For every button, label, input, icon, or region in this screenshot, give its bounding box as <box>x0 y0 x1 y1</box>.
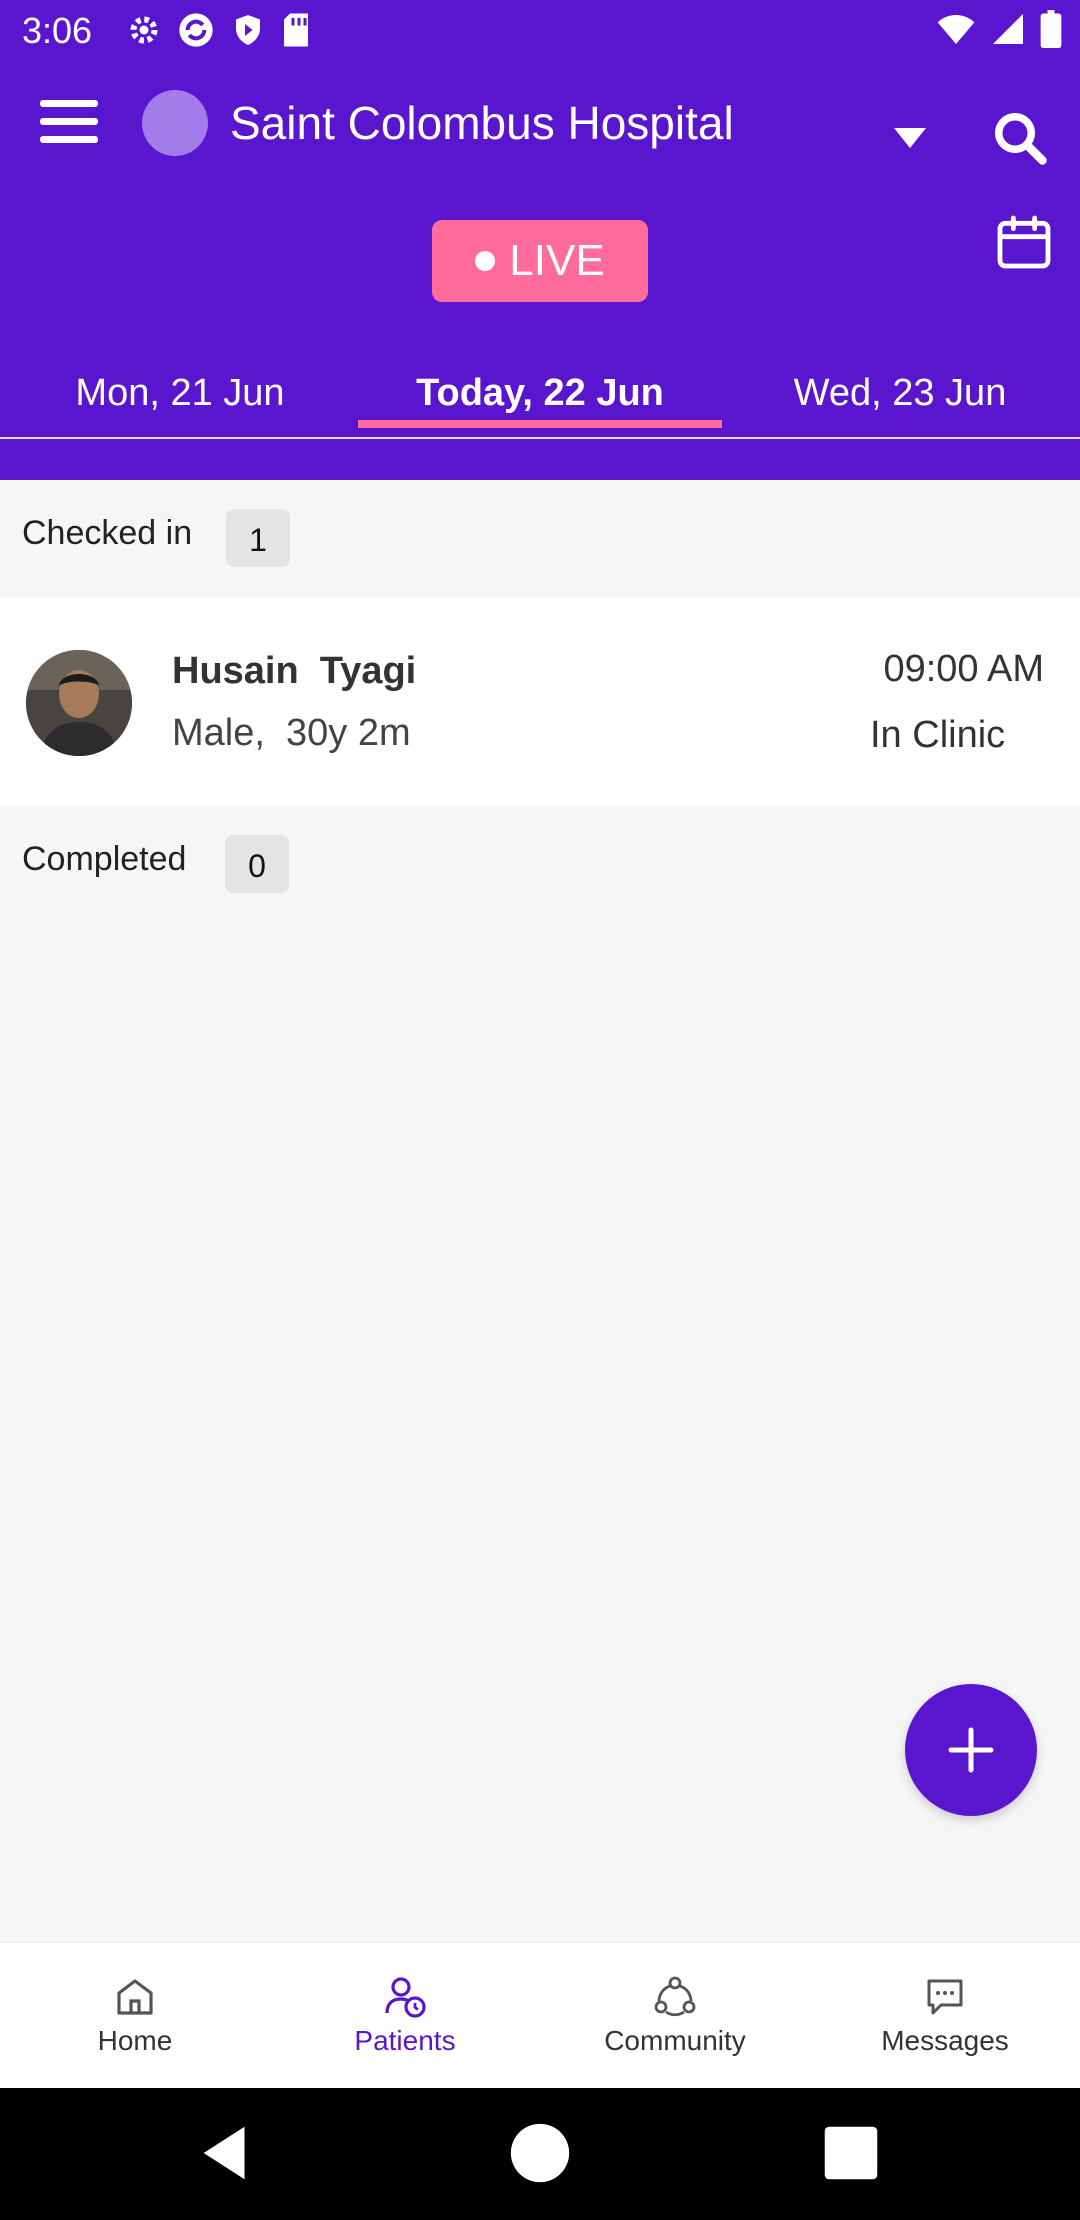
shield-icon <box>230 12 266 53</box>
hospital-avatar[interactable] <box>142 90 208 156</box>
checked-in-section-header: Checked in 1 <box>0 480 1080 598</box>
hospital-dropdown-button[interactable] <box>880 116 940 156</box>
patient-name: Husain Tyagi <box>172 650 417 692</box>
menu-icon-bar <box>40 118 98 125</box>
status-bar: 3:06 <box>0 0 1080 66</box>
search-icon <box>995 113 1047 165</box>
patients-icon <box>385 1977 426 2018</box>
completed-label: Completed <box>22 840 187 878</box>
menu-icon-bar <box>40 136 98 143</box>
system-back-button[interactable] <box>192 2118 262 2188</box>
bottom-nav: Home Patients Community Messages <box>0 1942 1080 2089</box>
checked-in-count-badge: 1 <box>226 509 290 567</box>
completed-count-badge: 0 <box>225 835 289 893</box>
nav-community-label: Community <box>604 2025 746 2056</box>
sd-card-icon <box>280 12 312 53</box>
nav-community[interactable]: Community <box>540 1943 810 2089</box>
nav-messages-label: Messages <box>881 2025 1009 2056</box>
status-icons-left <box>126 10 312 55</box>
header-bottom-band <box>0 439 1080 480</box>
sync-icon <box>176 10 216 55</box>
wifi-icon <box>936 11 976 52</box>
search-button[interactable] <box>990 106 1050 170</box>
system-navigation-bar <box>0 2088 1080 2220</box>
nav-messages[interactable]: Messages <box>810 1943 1080 2089</box>
system-recents-button[interactable] <box>816 2118 886 2188</box>
add-patient-button[interactable] <box>905 1684 1037 1816</box>
menu-icon-bar <box>40 100 98 107</box>
signal-icon <box>990 11 1026 52</box>
hospital-name[interactable]: Saint Colombus Hospital <box>230 96 734 150</box>
live-button[interactable]: LIVE <box>432 220 648 302</box>
live-dot-icon <box>475 251 496 271</box>
messages-icon <box>927 1979 963 2015</box>
patient-avatar <box>26 650 132 756</box>
battery-icon <box>1040 10 1062 53</box>
recents-square-icon <box>824 2126 878 2180</box>
calendar-icon <box>997 215 1051 269</box>
menu-button[interactable] <box>40 100 104 160</box>
calendar-button[interactable] <box>992 210 1056 274</box>
settings-icon <box>126 12 162 53</box>
back-triangle-icon <box>203 2126 245 2180</box>
status-time: 3:06 <box>22 10 93 51</box>
appointment-time: 09:00 AM <box>883 648 1044 690</box>
patient-status: In Clinic <box>870 714 1006 756</box>
home-icon <box>117 1979 153 2015</box>
system-home-button[interactable] <box>505 2118 575 2188</box>
completed-section-header: Completed 0 <box>0 806 1080 924</box>
nav-home[interactable]: Home <box>0 1943 270 2089</box>
community-icon <box>654 1976 696 2017</box>
nav-home-label: Home <box>97 2025 173 2056</box>
home-circle-icon <box>510 2123 570 2183</box>
caret-down-icon <box>894 128 926 148</box>
plus-icon <box>948 1727 994 1773</box>
nav-patients-label: Patients <box>354 2025 456 2056</box>
checked-in-label: Checked in <box>22 514 193 552</box>
patient-row[interactable]: Husain Tyagi Male, 30y 2m 09:00 AM In Cl… <box>0 598 1080 806</box>
nav-patients[interactable]: Patients <box>270 1943 540 2089</box>
active-tab-indicator <box>358 420 722 428</box>
live-label: LIVE <box>509 236 605 285</box>
patient-gender-age: Male, 30y 2m <box>172 712 411 754</box>
status-icons-right <box>936 10 1062 53</box>
app-header: Saint Colombus Hospital LIVE Mon, 21 Jun… <box>0 66 1080 480</box>
